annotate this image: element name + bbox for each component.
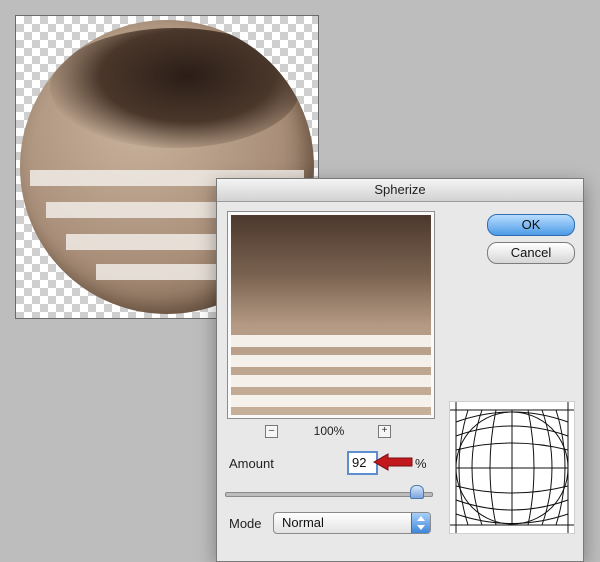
zoom-out-button[interactable]: –	[265, 425, 278, 438]
image-light-band	[96, 264, 236, 280]
spherize-dialog: Spherize – 100% + OK Cancel Amount 92 % …	[216, 178, 584, 562]
amount-slider-thumb[interactable]	[410, 485, 424, 499]
amount-label: Amount	[229, 456, 274, 471]
mode-select-value: Normal	[282, 515, 324, 530]
spherize-grid-preview	[449, 401, 575, 534]
amount-unit: %	[415, 456, 427, 471]
cancel-button[interactable]: Cancel	[487, 242, 575, 264]
amount-slider-track[interactable]	[225, 492, 433, 497]
zoom-in-button[interactable]: +	[378, 425, 391, 438]
preview-image[interactable]	[231, 215, 431, 415]
image-dark-area	[50, 28, 300, 148]
preview-stripe	[231, 375, 431, 387]
zoom-level: 100%	[313, 424, 345, 438]
red-arrow-icon	[372, 453, 413, 471]
dialog-title: Spherize	[217, 179, 583, 202]
mode-select[interactable]: Normal	[273, 512, 431, 534]
mode-label: Mode	[229, 516, 262, 531]
preview-stripe	[231, 335, 431, 347]
preview-stripe	[231, 395, 431, 407]
ok-button[interactable]: OK	[487, 214, 575, 236]
preview-stripe	[231, 355, 431, 367]
preview-frame	[227, 211, 435, 419]
up-down-chevron-icon	[411, 513, 430, 533]
